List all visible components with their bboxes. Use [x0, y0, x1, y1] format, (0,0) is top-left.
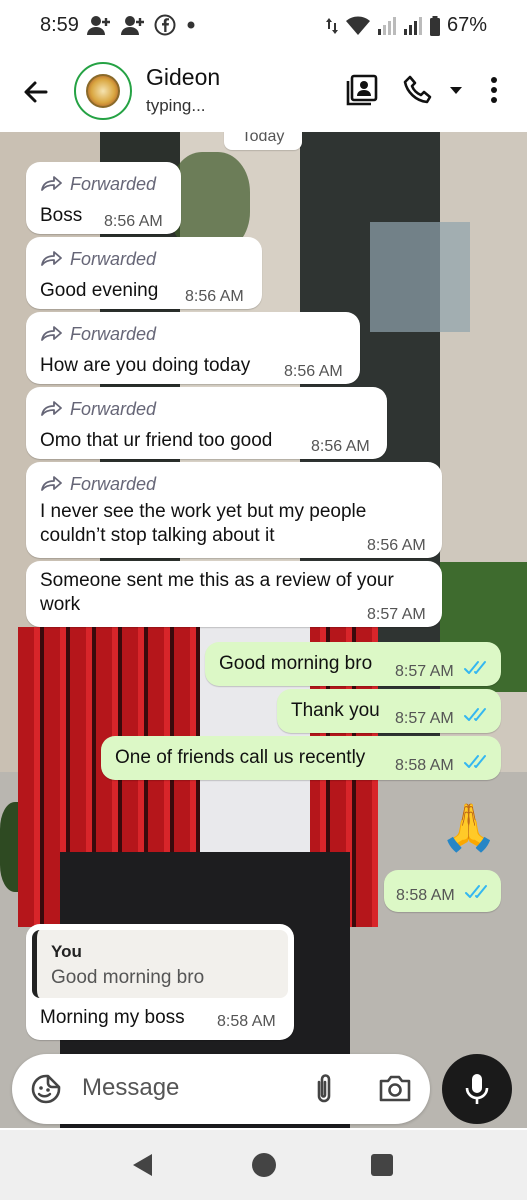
date-chip: Today [224, 132, 302, 150]
status-notification-icons [86, 14, 198, 36]
contact-avatar[interactable] [74, 62, 132, 120]
forward-arrow-icon [41, 326, 62, 341]
status-bar: 8:59 67% [0, 0, 527, 54]
contact-status: typing... [146, 96, 206, 115]
message-bubble-outgoing[interactable]: Good morning bro 8:57 AM [205, 642, 501, 686]
message-bubble-outgoing[interactable]: Thank you 8:57 AM [277, 689, 501, 733]
message-text: One of friends call us recently [115, 747, 366, 768]
reply-quote-author: You [51, 942, 82, 961]
status-system-icons: 67% [325, 14, 487, 37]
chat-wallpaper: Today Forwarded Boss 8:56 AM Forwarded G… [0, 132, 527, 1128]
forwarded-text: Forwarded [70, 399, 157, 419]
phone-icon[interactable] [400, 72, 436, 108]
message-time: 8:58 AM [396, 887, 455, 904]
forwarded-label: Forwarded [40, 472, 156, 496]
camera-icon[interactable] [378, 1073, 412, 1108]
signal-icon [377, 15, 397, 37]
message-input-placeholder[interactable]: Message [82, 1074, 179, 1102]
message-time: 8:56 AM [104, 213, 163, 230]
system-nav-bar [0, 1130, 527, 1200]
forwarded-label: Forwarded [40, 247, 156, 271]
chat-header: Gideon typing... [0, 54, 527, 132]
data-arrows-icon [325, 15, 339, 37]
person-add-icon [86, 14, 112, 36]
more-vert-icon[interactable] [476, 72, 512, 108]
message-bubble-outgoing[interactable]: One of friends call us recently 8:58 AM [101, 736, 501, 780]
dot-icon [184, 18, 198, 32]
forwarded-text: Forwarded [70, 249, 157, 269]
message-time: 8:56 AM [284, 363, 343, 380]
emoji-message[interactable]: 🙏 [440, 800, 497, 855]
mic-icon [465, 1074, 489, 1104]
reply-quote-text: Good morning bro [51, 967, 205, 988]
message-time: 8:57 AM [395, 710, 454, 727]
message-time: 8:58 AM [217, 1013, 276, 1030]
double-check-icon [464, 755, 486, 768]
message-bubble-incoming-reply[interactable]: You Good morning bro Morning my boss 8:5… [26, 924, 294, 1040]
message-bubble-incoming[interactable]: Forwarded Omo that ur friend too good 8:… [26, 387, 387, 459]
message-text: Boss [40, 205, 83, 226]
facebook-icon [154, 14, 176, 36]
contact-card-icon[interactable] [344, 72, 380, 108]
message-time: 8:56 AM [367, 537, 426, 554]
message-text: Good morning bro [219, 653, 373, 674]
forwarded-text: Forwarded [70, 324, 157, 344]
forwarded-label: Forwarded [40, 397, 156, 421]
sticker-icon[interactable] [30, 1073, 62, 1110]
message-text-line: Someone sent me this as a review of your [40, 570, 394, 591]
message-bubble-incoming[interactable]: Forwarded I never see the work yet but m… [26, 462, 442, 558]
message-text-line: couldn’t stop talking about it [40, 525, 275, 546]
signal-icon [403, 15, 423, 37]
message-time: 8:56 AM [185, 288, 244, 305]
contact-name[interactable]: Gideon [146, 64, 220, 91]
message-text-line: work [40, 594, 81, 615]
reply-quote[interactable]: You Good morning bro [32, 930, 288, 998]
wifi-icon [345, 15, 371, 37]
message-text: Thank you [291, 700, 380, 721]
recents-square-icon[interactable] [371, 1154, 393, 1181]
message-time: 8:57 AM [367, 606, 426, 623]
message-bubble-incoming[interactable]: Someone sent me this as a review of your… [26, 561, 442, 627]
message-time: 8:56 AM [311, 438, 370, 455]
status-time: 8:59 [40, 14, 79, 36]
battery-percentage: 67% [446, 14, 487, 36]
double-check-icon [465, 885, 487, 898]
forward-arrow-icon [41, 176, 62, 191]
forwarded-text: Forwarded [70, 174, 157, 194]
message-composer[interactable]: Message [12, 1054, 430, 1124]
battery-icon [429, 15, 441, 37]
message-bubble-incoming[interactable]: Forwarded Boss 8:56 AM [26, 162, 181, 234]
message-text: How are you doing today [40, 355, 251, 376]
forward-arrow-icon [41, 401, 62, 416]
message-bubble-incoming[interactable]: Forwarded Good evening 8:56 AM [26, 237, 262, 309]
forwarded-label: Forwarded [40, 172, 156, 196]
chevron-down-icon[interactable] [438, 72, 474, 108]
person-add-icon [120, 14, 146, 36]
forward-arrow-icon [41, 476, 62, 491]
message-text: Good evening [40, 280, 159, 301]
avatar-image [86, 74, 120, 108]
message-time: 8:58 AM [395, 757, 454, 774]
attach-icon[interactable] [312, 1072, 336, 1111]
message-time: 8:57 AM [395, 663, 454, 680]
message-bubble-incoming[interactable]: Forwarded How are you doing today 8:56 A… [26, 312, 360, 384]
double-check-icon [464, 708, 486, 721]
forward-arrow-icon [41, 251, 62, 266]
back-triangle-icon[interactable] [130, 1152, 156, 1183]
message-text-line: I never see the work yet but my people [40, 501, 367, 522]
message-text: Morning my boss [40, 1007, 185, 1028]
message-bubble-outgoing[interactable]: 8:58 AM [384, 870, 501, 912]
back-arrow-icon[interactable] [20, 76, 52, 108]
mic-button[interactable] [442, 1054, 512, 1124]
double-check-icon [464, 661, 486, 674]
forwarded-text: Forwarded [70, 474, 157, 494]
forwarded-label: Forwarded [40, 322, 156, 346]
message-text: Omo that ur friend too good [40, 430, 273, 451]
home-circle-icon[interactable] [251, 1152, 277, 1183]
wallpaper-balcony [370, 222, 470, 332]
